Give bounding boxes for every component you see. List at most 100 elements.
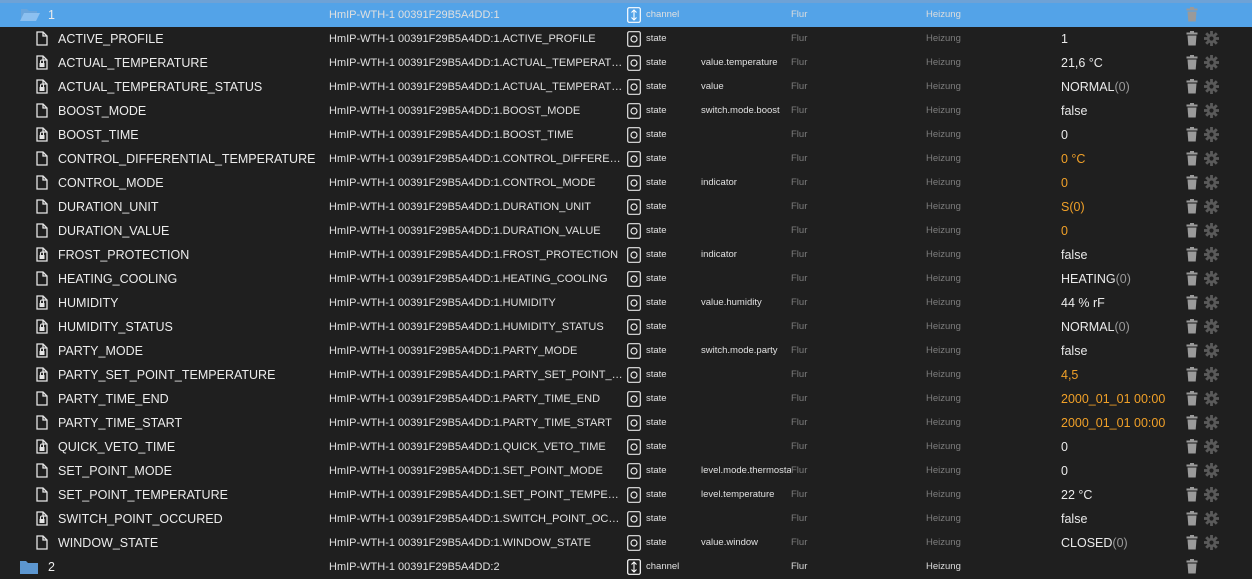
gear-icon[interactable] [1204, 483, 1220, 507]
tree-row-state[interactable]: SET_POINT_TEMPERATURE HmIP-WTH-1 00391F29… [0, 483, 1252, 507]
trash-icon[interactable] [1186, 387, 1200, 411]
object-value[interactable]: false [1061, 243, 1176, 267]
tree-row-state[interactable]: DURATION_VALUE HmIP-WTH-1 00391F29B5A4DD:… [0, 219, 1252, 243]
object-value[interactable]: 1 [1061, 27, 1176, 51]
trash-icon[interactable] [1186, 99, 1200, 123]
tree-row-state[interactable]: QUICK_VETO_TIME HmIP-WTH-1 00391F29B5A4DD… [0, 435, 1252, 459]
tree-row-state[interactable]: PARTY_SET_POINT_TEMPERATURE HmIP-WTH-1 00… [0, 363, 1252, 387]
tree-row-state[interactable]: PARTY_TIME_START HmIP-WTH-1 00391F29B5A4D… [0, 411, 1252, 435]
object-value[interactable]: false [1061, 99, 1176, 123]
trash-icon[interactable] [1186, 267, 1200, 291]
trash-icon[interactable] [1186, 243, 1200, 267]
state-type-icon [627, 171, 643, 195]
object-value[interactable]: 0 [1061, 219, 1176, 243]
gear-icon[interactable] [1204, 75, 1220, 99]
trash-icon[interactable] [1186, 483, 1200, 507]
gear-icon[interactable] [1204, 363, 1220, 387]
trash-icon[interactable] [1186, 507, 1200, 531]
object-value[interactable]: 0 [1061, 459, 1176, 483]
object-value[interactable] [1061, 555, 1176, 579]
trash-icon[interactable] [1186, 291, 1200, 315]
object-value-text: S(0) [1061, 200, 1085, 214]
gear-icon[interactable] [1204, 99, 1220, 123]
tree-row-state[interactable]: CONTROL_DIFFERENTIAL_TEMPERATURE HmIP-WTH… [0, 147, 1252, 171]
trash-icon[interactable] [1186, 555, 1200, 579]
gear-icon[interactable] [1204, 171, 1220, 195]
gear-icon[interactable] [1204, 243, 1220, 267]
trash-icon[interactable] [1186, 195, 1200, 219]
gear-icon[interactable] [1204, 51, 1220, 75]
tree-row-channel[interactable]: 1 HmIP-WTH-1 00391F29B5A4DD:1 channel Flur H… [0, 3, 1252, 27]
tree-row-state[interactable]: CONTROL_MODE HmIP-WTH-1 00391F29B5A4DD:1.… [0, 171, 1252, 195]
folder-open-icon[interactable] [20, 3, 40, 27]
gear-icon[interactable] [1204, 339, 1220, 363]
gear-icon[interactable] [1204, 315, 1220, 339]
trash-icon[interactable] [1186, 27, 1200, 51]
tree-row-state[interactable]: DURATION_UNIT HmIP-WTH-1 00391F29B5A4DD:1… [0, 195, 1252, 219]
gear-icon[interactable] [1204, 291, 1220, 315]
trash-icon[interactable] [1186, 315, 1200, 339]
trash-icon[interactable] [1186, 3, 1200, 27]
gear-icon[interactable] [1204, 123, 1220, 147]
tree-row-state[interactable]: HUMIDITY HmIP-WTH-1 00391F29B5A4DD:1.HUMI… [0, 291, 1252, 315]
trash-icon[interactable] [1186, 123, 1200, 147]
tree-row-state[interactable]: ACTIVE_PROFILE HmIP-WTH-1 00391F29B5A4DD:… [0, 27, 1252, 51]
tree-row-state[interactable]: HUMIDITY_STATUS HmIP-WTH-1 00391F29B5A4DD… [0, 315, 1252, 339]
object-value[interactable]: S(0) [1061, 195, 1176, 219]
gear-icon[interactable] [1204, 507, 1220, 531]
tree-row-state[interactable]: HEATING_COOLING HmIP-WTH-1 00391F29B5A4DD… [0, 267, 1252, 291]
folder-icon[interactable] [20, 555, 40, 579]
object-value[interactable]: false [1061, 339, 1176, 363]
object-value[interactable]: 4,5 [1061, 363, 1176, 387]
object-value[interactable]: 2000_01_01 00:00 [1061, 411, 1176, 435]
object-value[interactable]: CLOSED(0) [1061, 531, 1176, 555]
trash-icon[interactable] [1186, 531, 1200, 555]
object-value[interactable]: 2000_01_01 00:00 [1061, 387, 1176, 411]
trash-icon[interactable] [1186, 411, 1200, 435]
object-value[interactable]: 21,6 °C [1061, 51, 1176, 75]
object-value[interactable]: 44 % rF [1061, 291, 1176, 315]
tree-row-state[interactable]: ACTUAL_TEMPERATURE_STATUS HmIP-WTH-1 0039… [0, 75, 1252, 99]
gear-icon[interactable] [1204, 531, 1220, 555]
object-value[interactable]: 0 [1061, 171, 1176, 195]
gear-icon[interactable] [1204, 459, 1220, 483]
tree-row-state[interactable]: BOOST_TIME HmIP-WTH-1 00391F29B5A4DD:1.BO… [0, 123, 1252, 147]
trash-icon[interactable] [1186, 459, 1200, 483]
gear-icon[interactable] [1204, 435, 1220, 459]
tree-row-state[interactable]: BOOST_MODE HmIP-WTH-1 00391F29B5A4DD:1.BO… [0, 99, 1252, 123]
trash-icon[interactable] [1186, 51, 1200, 75]
object-value[interactable]: NORMAL(0) [1061, 315, 1176, 339]
trash-icon[interactable] [1186, 363, 1200, 387]
gear-icon[interactable] [1204, 267, 1220, 291]
gear-icon[interactable] [1204, 219, 1220, 243]
object-value[interactable]: 0 °C [1061, 147, 1176, 171]
trash-icon[interactable] [1186, 75, 1200, 99]
trash-icon[interactable] [1186, 147, 1200, 171]
object-name: DURATION_UNIT [58, 200, 159, 214]
object-value[interactable]: 22 °C [1061, 483, 1176, 507]
tree-row-channel[interactable]: 2 HmIP-WTH-1 00391F29B5A4DD:2 channel Flur H… [0, 555, 1252, 579]
object-value[interactable]: HEATING(0) [1061, 267, 1176, 291]
tree-row-state[interactable]: PARTY_TIME_END HmIP-WTH-1 00391F29B5A4DD:… [0, 387, 1252, 411]
trash-icon[interactable] [1186, 435, 1200, 459]
gear-icon[interactable] [1204, 195, 1220, 219]
gear-icon[interactable] [1204, 27, 1220, 51]
object-value[interactable]: false [1061, 507, 1176, 531]
tree-row-state[interactable]: SET_POINT_MODE HmIP-WTH-1 00391F29B5A4DD:… [0, 459, 1252, 483]
gear-icon[interactable] [1204, 387, 1220, 411]
gear-icon[interactable] [1204, 411, 1220, 435]
object-value[interactable]: 0 [1061, 123, 1176, 147]
tree-row-state[interactable]: PARTY_MODE HmIP-WTH-1 00391F29B5A4DD:1.PA… [0, 339, 1252, 363]
object-value[interactable]: NORMAL(0) [1061, 75, 1176, 99]
object-type: state [646, 129, 667, 140]
tree-row-state[interactable]: SWITCH_POINT_OCCURED HmIP-WTH-1 00391F29B… [0, 507, 1252, 531]
tree-row-state[interactable]: FROST_PROTECTION HmIP-WTH-1 00391F29B5A4D… [0, 243, 1252, 267]
tree-row-state[interactable]: ACTUAL_TEMPERATURE HmIP-WTH-1 00391F29B5A… [0, 51, 1252, 75]
object-value[interactable]: 0 [1061, 435, 1176, 459]
trash-icon[interactable] [1186, 171, 1200, 195]
trash-icon[interactable] [1186, 339, 1200, 363]
object-value[interactable] [1061, 3, 1176, 27]
trash-icon[interactable] [1186, 219, 1200, 243]
tree-row-state[interactable]: WINDOW_STATE HmIP-WTH-1 00391F29B5A4DD:1.… [0, 531, 1252, 555]
gear-icon[interactable] [1204, 147, 1220, 171]
